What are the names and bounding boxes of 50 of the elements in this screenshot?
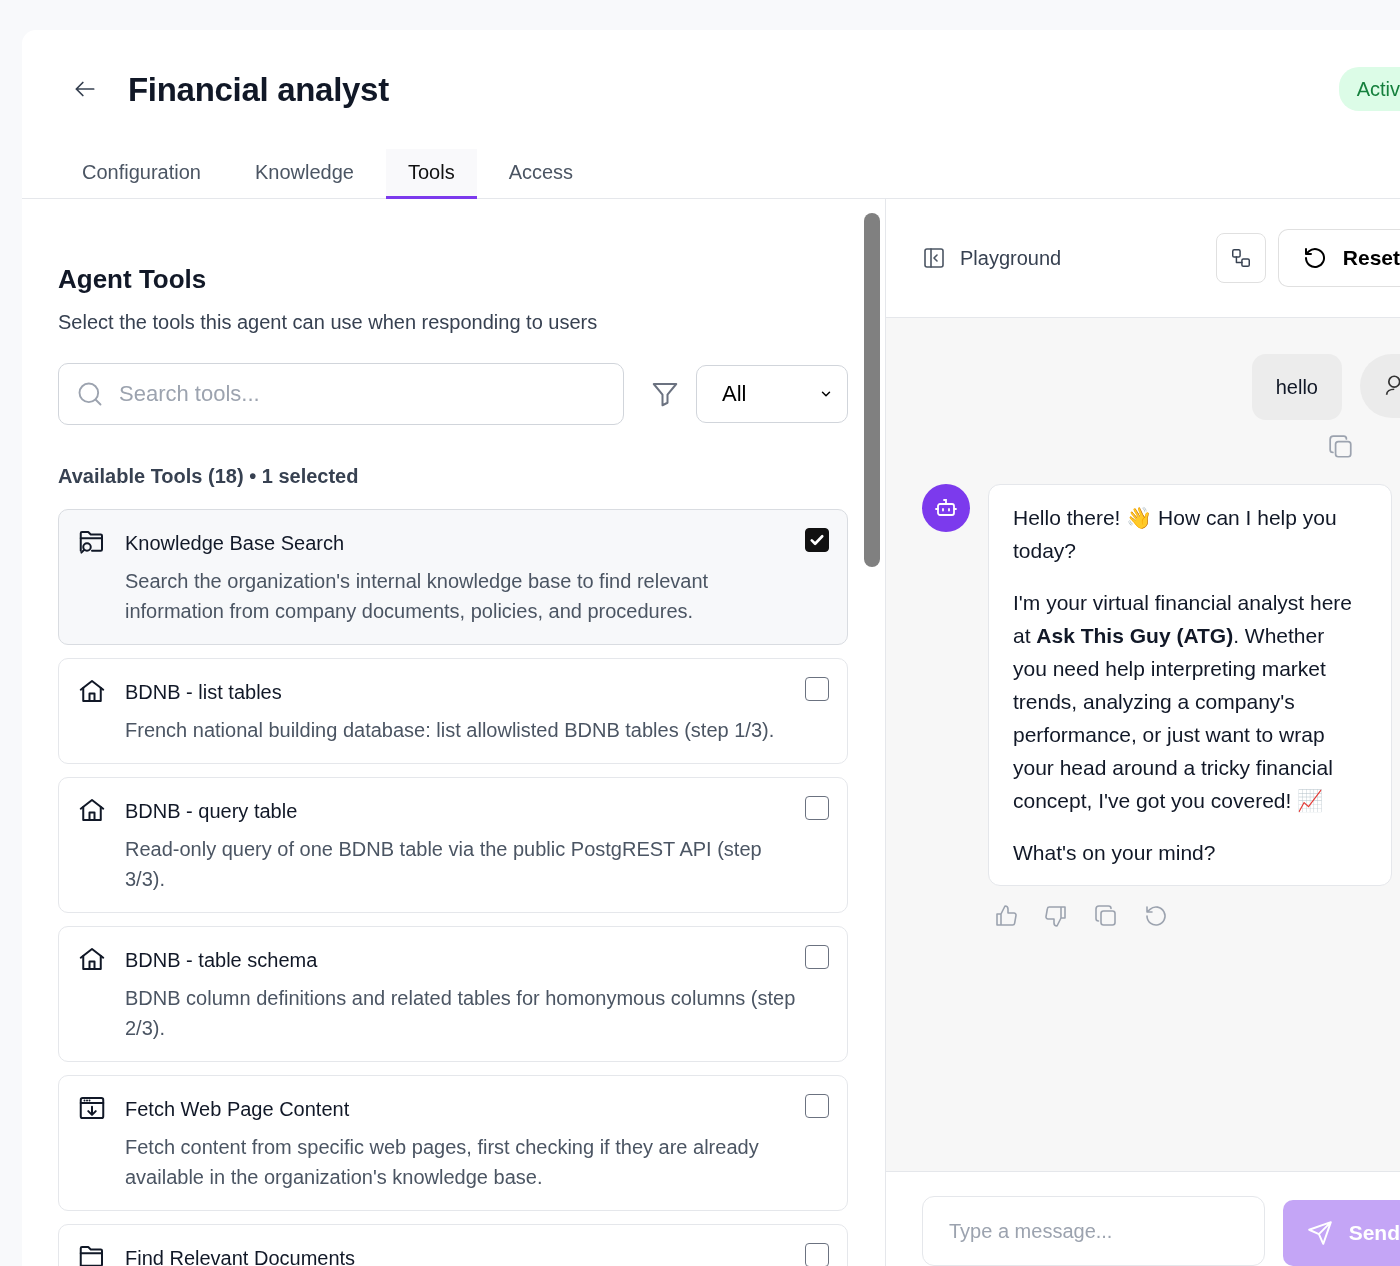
tool-title: BDNB - table schema xyxy=(125,947,319,973)
tool-card[interactable]: Find Relevant Documents xyxy=(58,1223,848,1266)
checkbox[interactable] xyxy=(805,527,829,552)
page-title: Financial analyst xyxy=(128,69,389,110)
checkbox[interactable] xyxy=(805,1242,829,1266)
filter-dropdown[interactable]: All xyxy=(696,364,848,423)
sidebar-toggle-icon[interactable] xyxy=(922,245,946,270)
tool-description: Read-only query of one BDNB table via the public PostgREST API (step 3/3). xyxy=(125,836,763,892)
workflow-button[interactable] xyxy=(1215,232,1266,283)
tool-description: BDNB column definitions and related tables for homonymous columns (step 2/3). xyxy=(125,985,797,1041)
reset-button[interactable]: Reset xyxy=(1277,228,1400,287)
checkbox[interactable] xyxy=(805,795,829,820)
message-paragraph: Hello there! 👋 How can I help you today? xyxy=(1013,505,1338,565)
panel-title: Playground xyxy=(960,245,1062,271)
checkbox[interactable] xyxy=(805,944,829,969)
status-badge: Activ xyxy=(1338,67,1400,112)
tool-title: Fetch Web Page Content xyxy=(125,1096,351,1122)
workflow-icon xyxy=(1229,246,1252,269)
tool-title: Knowledge Base Search xyxy=(125,530,346,556)
message-paragraph: I'm your virtual financial analyst here at Ask This Guy (ATG). Whether you need help interpreting market trends, analyzing a company's performance, or just want to wrap your head around a tricky financial concept, I've got you covered! 📈 xyxy=(1013,590,1353,815)
tool-card[interactable]: BDNB - table schema BDNB column definitions and related tables for homonymous columns (step 2/3). xyxy=(58,925,848,1062)
tab[interactable]: Tools xyxy=(385,148,477,199)
search-field[interactable]: Search tools... xyxy=(58,362,624,425)
tab[interactable]: Access xyxy=(486,148,596,199)
scrollbar-thumb[interactable] xyxy=(864,212,880,567)
section-subtitle: Select the tools this agent can use when responding to users xyxy=(58,309,599,335)
user-message: hello xyxy=(1251,354,1342,421)
send-icon xyxy=(1306,1220,1333,1246)
thumbs-up-icon[interactable] xyxy=(994,904,1018,929)
tool-description: Fetch content from specific web pages, first checking if they are already available in the organization's knowledge base. xyxy=(125,1134,760,1190)
thumbs-down-icon[interactable] xyxy=(1044,904,1068,929)
reset-icon xyxy=(1302,245,1327,270)
checkbox[interactable] xyxy=(805,1093,829,1118)
tool-card[interactable]: Fetch Web Page Content Fetch content from specific web pages, first checking if they are already available in the organization's knowledge base. xyxy=(58,1074,848,1211)
tool-title: BDNB - query table xyxy=(125,798,299,824)
tool-title: Find Relevant Documents xyxy=(125,1245,357,1266)
tool-title: BDNB - list tables xyxy=(125,679,283,705)
bot-avatar xyxy=(922,484,970,533)
message-input[interactable]: Type a message... xyxy=(922,1196,1265,1266)
tool-card[interactable]: BDNB - list tables French national building database: list allowlisted BDNB tables (step 1/3). xyxy=(58,657,848,764)
section-heading: Agent Tools xyxy=(58,263,208,295)
message-paragraph: What's on your mind? xyxy=(1013,840,1217,867)
tools-summary: Available Tools (18) • 1 selected xyxy=(58,463,360,489)
tab[interactable]: Knowledge xyxy=(232,148,376,199)
tab[interactable]: Configuration xyxy=(60,148,223,199)
tool-card[interactable]: BDNB - query table Read-only query of one BDNB table via the public PostgREST API (step 3/3). xyxy=(58,776,848,913)
checkbox[interactable] xyxy=(805,676,829,701)
tool-card[interactable]: Knowledge Base Search Search the organization's internal knowledge base to find relevant information from company documents, policies, and procedures. xyxy=(58,508,848,645)
tool-description: French national building database: list allowlisted BDNB tables (step 1/3). xyxy=(125,717,776,743)
tool-description: Search the organization's internal knowledge base to find relevant information from company documents, policies, and procedures. xyxy=(125,568,710,624)
